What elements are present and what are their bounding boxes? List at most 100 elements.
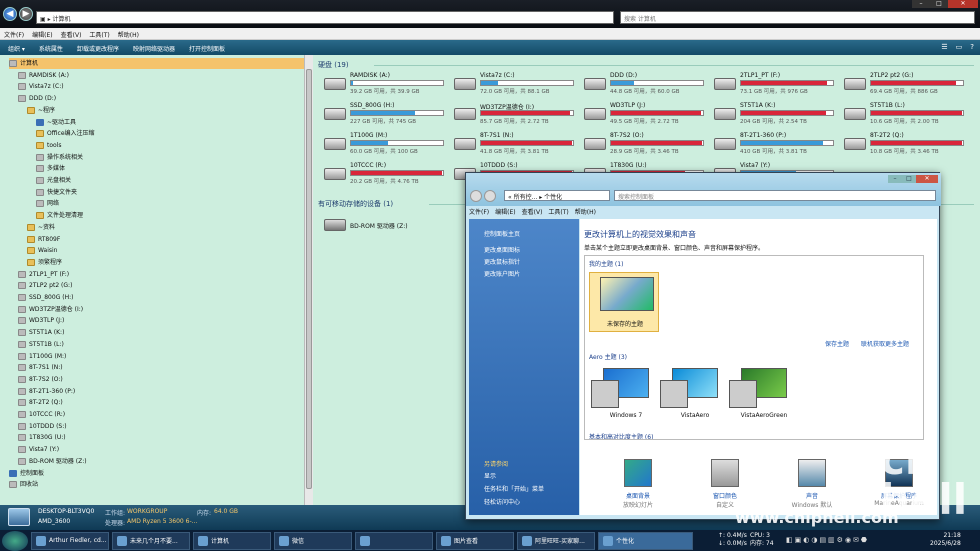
menu-item[interactable]: 文件(F) [4,30,24,39]
taskbar-button[interactable]: Arthur Fiedler, cd... [31,531,109,550]
taskbar-button[interactable] [355,531,433,550]
tree-item[interactable]: 8T-2T2 (Q:) [18,397,63,408]
drive-item[interactable]: DDD (D:) 44.8 GB 可用，共 60.0 GB [584,72,704,96]
tree-item[interactable]: WD3TLP (J:) [18,315,64,326]
start-button[interactable] [2,530,28,551]
tree-item[interactable]: Vista7z (C:) [18,81,64,92]
search-input[interactable]: 搜索 计算机 [620,11,975,24]
tree-item[interactable]: 1T100G (M:) [18,351,66,362]
tree-item[interactable]: RT809F [27,234,60,245]
tree-item[interactable]: 8T-2T1-360 (P:) [18,386,75,397]
drive-item[interactable]: 8T-7S2 (O:) 28.9 GB 可用，共 3.46 TB [584,132,704,156]
taskbar-button[interactable]: 图片查看 [436,531,514,550]
drive-item[interactable]: WD3TZP温德仓 (I:) 85.7 GB 可用，共 2.72 TB [454,102,574,126]
see-also-link[interactable]: 任务栏和「开始」菜单 [484,484,544,493]
task-link[interactable]: 更改桌面图标 [484,245,520,254]
tree-item[interactable]: RAMDISK (A:) [18,70,69,81]
get-more-themes-link[interactable]: 联机获取更多主题 [861,339,909,348]
tree-item[interactable]: WD3TZP温德仓 (I:) [18,304,83,315]
theme-vistaaero[interactable]: VistaAero [660,366,730,426]
dialog-menu-item[interactable]: 文件(F) [469,207,489,217]
tree-item[interactable]: DDD (D:) [18,93,56,104]
tree-item[interactable]: 网络 [36,198,59,209]
address-bar[interactable]: ▣ ▸ 计算机 [36,11,614,24]
removable-header[interactable]: 有可移动存储的设备 (1) [318,199,393,209]
tree-item[interactable]: 2TLP2 pt2 (G:) [18,280,72,291]
tree-item[interactable]: Office编入注压缩 [36,128,95,139]
dialog-menu-item[interactable]: 工具(T) [548,207,568,217]
help-icon[interactable]: ? [970,43,974,51]
drive-item[interactable]: ST5T1A (K:) 204 GB 可用，共 2.54 TB [714,102,834,126]
tree-item[interactable]: 多媒体 [36,163,65,174]
disks-header[interactable]: 硬盘 (19) [318,60,349,70]
clock[interactable]: 21:18 2025/6/28 [930,532,961,548]
back-button[interactable]: ◀ [3,7,17,21]
drive-item[interactable]: 1T100G (M:) 60.0 GB 可用，共 100 GB [324,132,444,156]
bdrom-drive[interactable]: BD-ROM 驱动器 (Z:) [324,213,444,237]
sounds-option[interactable]: 声音 Windows 默认 [782,459,842,509]
dialog-maximize-button[interactable]: □ [902,175,916,183]
toolbar-button[interactable]: 打开控制面板 [189,44,225,53]
toolbar-button[interactable]: 卸载或更改程序 [77,44,119,53]
see-also-link[interactable]: 轻松访问中心 [484,497,520,506]
menu-item[interactable]: 编辑(E) [32,30,52,39]
task-link[interactable]: 更改账户图片 [484,269,520,278]
tree-item[interactable]: Waisin [27,245,58,256]
tree-item[interactable]: ST5T1B (L:) [18,339,64,350]
drive-item[interactable]: 8T-7S1 (N:) 41.8 GB 可用，共 3.81 TB [454,132,574,156]
theme-unsaved[interactable]: 未保存的主题 [589,272,659,332]
tree-item[interactable]: 控制面板 [9,468,44,479]
menu-item[interactable]: 帮助(H) [118,30,139,39]
tree-item[interactable]: 2TLP1_PT (F:) [18,269,69,280]
window-color-option[interactable]: 窗口颜色 自定义 [695,459,755,509]
tree-item[interactable]: 10TCCC (R:) [18,409,65,420]
tree-item[interactable]: 回收站 [9,479,38,490]
tree-item[interactable]: tools [36,140,62,151]
taskbar-button[interactable]: 个性化 [598,531,693,550]
tree-item[interactable]: 8T-7S1 (N:) [18,362,63,373]
drive-item[interactable]: 2TLP2 pt2 (G:) 69.4 GB 可用，共 886 GB [844,72,964,96]
tree-item[interactable]: ST5T1A (K:) [18,327,64,338]
dialog-back-button[interactable] [470,190,482,202]
drive-item[interactable]: Vista7z (C:) 72.0 GB 可用，共 88.1 GB [454,72,574,96]
dialog-search-input[interactable]: 搜索控制面板 [614,190,936,201]
taskbar-button[interactable]: 阿里旺旺-买家聊... [517,531,595,550]
minimize-button[interactable]: – [912,0,930,8]
dialog-minimize-button[interactable]: – [888,175,902,183]
tree-item[interactable]: 光盘相关 [36,175,71,186]
toolbar-button[interactable]: 映射网络驱动器 [133,44,175,53]
tree-item[interactable]: 须繁程序 [27,257,62,268]
tree-item[interactable]: 8T-7S2 (O:) [18,374,63,385]
taskbar-button[interactable]: 未来几个月不要... [112,531,190,550]
views-icon[interactable]: ☰ [941,43,947,51]
tree-item[interactable]: 1T830G (U:) [18,432,66,443]
preview-pane-icon[interactable]: ▭ [956,43,963,51]
maximize-button[interactable]: □ [930,0,948,8]
tree-item[interactable]: 10TDDD (S:) [18,421,67,432]
drive-item[interactable]: 2TLP1_PT (F:) 73.1 GB 可用，共 976 GB [714,72,834,96]
close-button[interactable]: ✕ [948,0,978,8]
theme-windows7[interactable]: Windows 7 [591,366,661,426]
menu-item[interactable]: 查看(V) [61,30,82,39]
theme-vistaaerogreen[interactable]: VistaAeroGreen [729,366,799,426]
taskbar-button[interactable]: 微信 [274,531,352,550]
tree-scroll-thumb[interactable] [306,69,312,489]
dialog-address-bar[interactable]: « 所有控... ▸ 个性化 [504,190,610,201]
task-link[interactable]: 更改鼠标指针 [484,257,520,266]
tree-item[interactable]: BD-ROM 驱动器 (Z:) [18,456,87,467]
forward-button[interactable]: ▶ [19,7,33,21]
tree-item[interactable]: ~驱动工具 [36,117,76,128]
drive-item[interactable]: RAMDISK (A:) 39.2 GB 可用，共 39.9 GB [324,72,444,96]
drive-item[interactable]: 10TCCC (R:) 20.2 GB 可用，共 4.76 TB [324,162,444,186]
tree-item[interactable]: 文件处理清理 [36,210,83,221]
toolbar-button[interactable]: 系统属性 [39,44,63,53]
save-theme-link[interactable]: 保存主题 [825,339,849,348]
dialog-menu-item[interactable]: 帮助(H) [575,207,596,217]
tree-item[interactable]: 操作系统相关 [36,152,83,163]
taskbar-button[interactable]: 计算机 [193,531,271,550]
drive-item[interactable]: WD3TLP (J:) 49.5 GB 可用，共 2.72 TB [584,102,704,126]
tree-item[interactable]: ~资料 [27,222,55,233]
drive-item[interactable]: 8T-2T1-360 (P:) 410 GB 可用，共 3.81 TB [714,132,834,156]
tree-item[interactable]: 计算机 [9,58,304,69]
tree-item[interactable]: ~程序 [27,105,55,116]
